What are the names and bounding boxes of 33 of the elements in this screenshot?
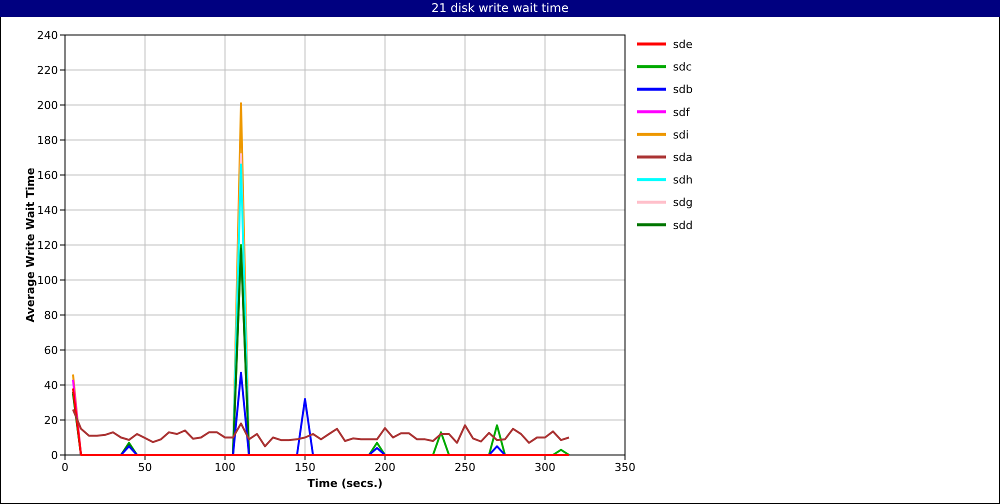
- legend-label: sde: [673, 38, 692, 51]
- tick-label: 80: [44, 309, 58, 322]
- x-axis-title: Time (secs.): [307, 477, 383, 490]
- window-title: 21 disk write wait time: [0, 0, 1000, 17]
- tick-label: 250: [454, 461, 476, 474]
- legend-label: sdg: [673, 196, 693, 210]
- tick-label: 350: [614, 461, 636, 474]
- legend-label: sdf: [673, 106, 690, 119]
- tick-label: 120: [37, 239, 58, 252]
- tick-label: 200: [374, 461, 396, 474]
- legend-label: sdi: [673, 128, 689, 142]
- tick-label: 60: [44, 344, 58, 357]
- tick-label: 160: [37, 169, 58, 182]
- tick-label: 20: [44, 414, 58, 427]
- tick-label: 150: [294, 461, 316, 474]
- y-axis-title: Average Write Wait Time: [24, 168, 37, 322]
- tick-label: 0: [62, 461, 68, 474]
- legend-label: sdc: [673, 60, 692, 74]
- legend-label: sda: [673, 151, 692, 164]
- tick-label: 140: [37, 204, 58, 217]
- tick-label: 220: [37, 64, 58, 77]
- tick-label: 300: [534, 461, 556, 474]
- tick-label: 50: [138, 461, 152, 474]
- legend-label: sdd: [673, 218, 693, 232]
- tick-label: 0: [51, 449, 58, 462]
- legend-label: sdb: [673, 83, 693, 96]
- tick-label: 180: [37, 134, 58, 147]
- legend-label: sdh: [673, 174, 693, 187]
- tick-label: 200: [37, 99, 58, 112]
- tick-label: 40: [44, 379, 58, 392]
- tick-label: 100: [214, 461, 236, 474]
- tick-label: 100: [37, 274, 58, 287]
- tick-label: 240: [37, 29, 58, 42]
